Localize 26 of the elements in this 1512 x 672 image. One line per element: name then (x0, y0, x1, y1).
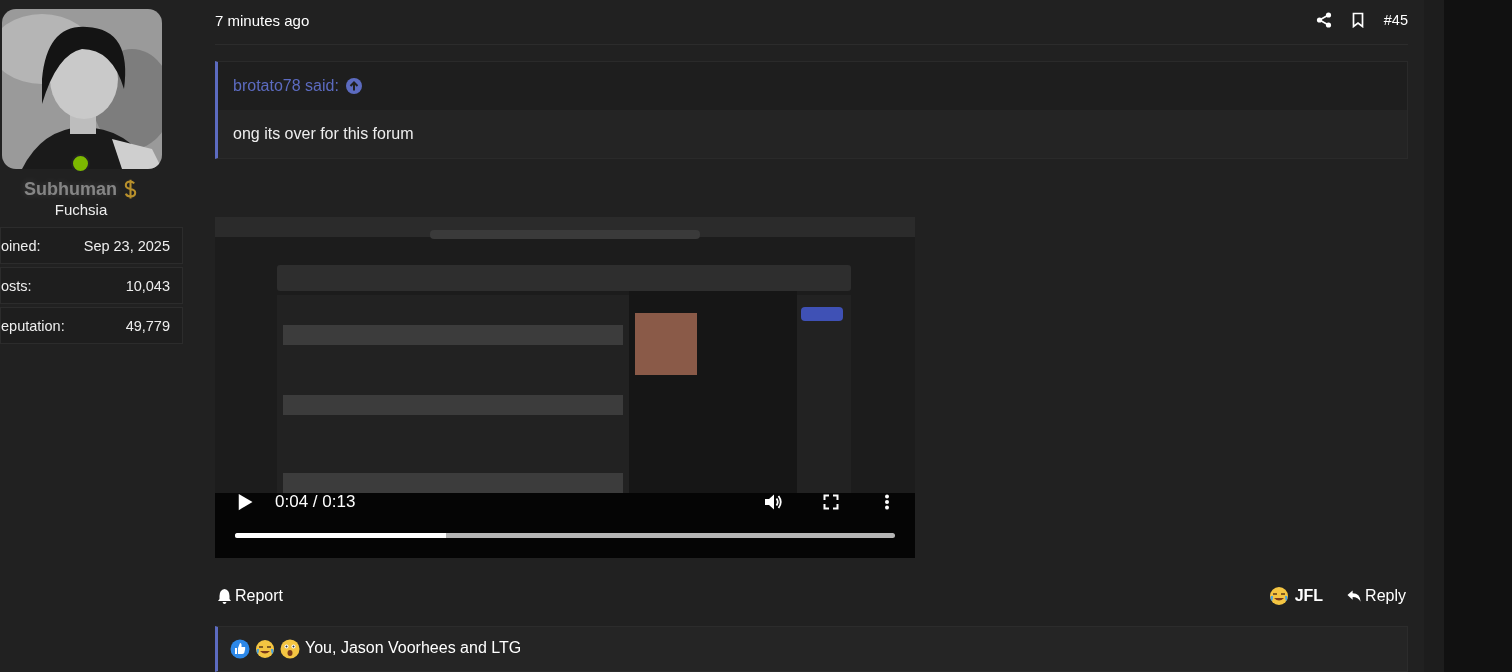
stat-label: oined: (1, 237, 41, 254)
stat-value: 10,043 (125, 277, 170, 294)
thumbs-up-emoji-icon (230, 639, 250, 660)
video-progress-bar[interactable] (235, 533, 895, 539)
post-number[interactable]: #45 (1383, 12, 1408, 29)
surprised-emoji-icon (280, 639, 300, 660)
crying-laughing-emoji-icon (1268, 585, 1289, 606)
report-button[interactable]: Report (215, 584, 286, 607)
stat-label: eputation: (1, 317, 65, 334)
reply-button[interactable]: Reply (1345, 584, 1408, 607)
quote-text: ong its over for this forum (233, 125, 414, 144)
share-icon[interactable] (1315, 12, 1332, 29)
stat-label: osts: (1, 277, 32, 294)
fullscreen-icon[interactable] (823, 494, 839, 511)
username[interactable]: Subhuman (24, 178, 117, 200)
crying-laughing-emoji-icon (255, 639, 275, 660)
reactions-summary[interactable]: You, Jason Voorhees and LTG (305, 639, 522, 658)
bell-icon (217, 587, 232, 604)
reaction-button[interactable]: JFL (1266, 583, 1326, 608)
video-time: 0:04 / 0:13 (275, 492, 356, 513)
post-time[interactable]: 7 minutes ago (215, 11, 310, 29)
stat-value: 49,779 (125, 317, 170, 334)
stat-value: Sep 23, 2025 (83, 237, 170, 254)
user-title: Fuchsia (53, 201, 109, 218)
dollar-icon (123, 178, 138, 200)
arrow-up-icon[interactable] (345, 78, 362, 95)
